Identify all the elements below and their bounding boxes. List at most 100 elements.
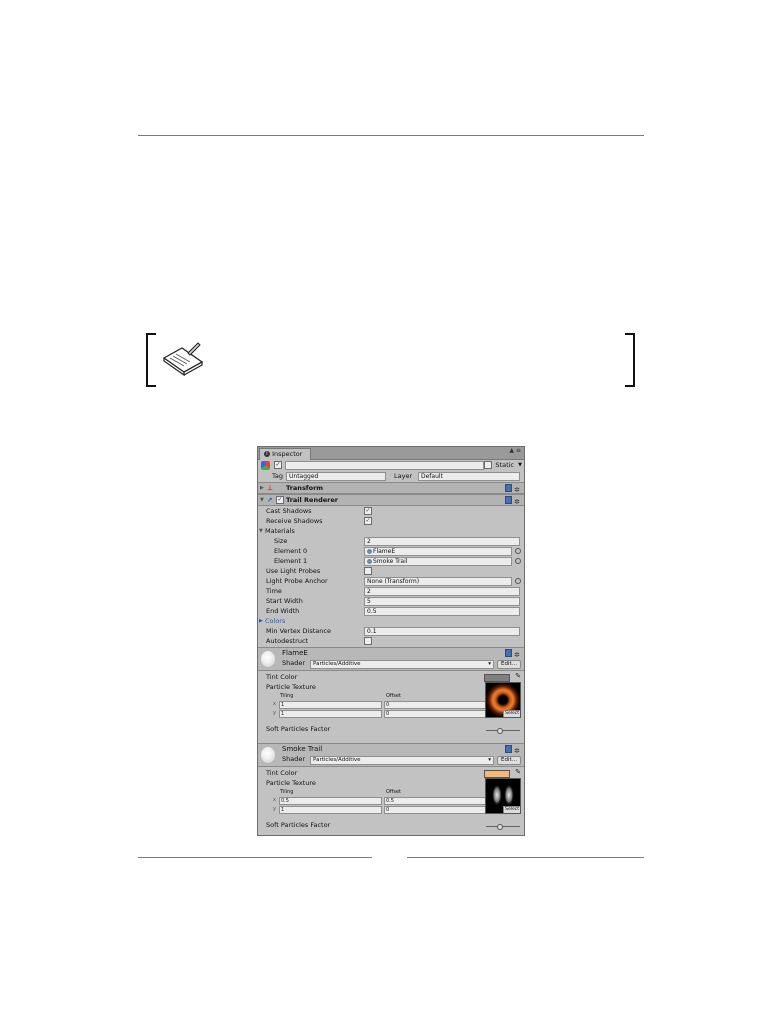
active-checkbox[interactable]: ✓	[274, 461, 282, 469]
tiling-x-field[interactable]: 0.5	[279, 797, 382, 805]
end-width-field[interactable]: 0.5	[364, 607, 520, 616]
shader-dropdown[interactable]: Particles/Additive ▾	[310, 660, 494, 669]
bottom-rule-right	[407, 857, 644, 858]
note-bracket-right	[625, 333, 635, 387]
offset-x-field[interactable]: 0	[384, 701, 487, 709]
note-icon	[160, 340, 206, 380]
soft-particles-slider[interactable]	[486, 728, 520, 734]
element0-value: FlameE	[373, 548, 396, 555]
soft-particles-label: Soft Particles Factor	[266, 821, 331, 829]
receive-shadows-checkbox[interactable]: ✓	[364, 517, 372, 525]
element1-field[interactable]: Smoke Trail	[364, 557, 512, 566]
static-checkbox[interactable]	[484, 461, 492, 469]
soft-particles-slider[interactable]	[486, 824, 520, 830]
material-name: Smoke Trail	[282, 745, 323, 753]
eyedropper-icon[interactable]: ✎	[515, 768, 521, 776]
window-controls[interactable]: ▲ ≡	[509, 447, 521, 454]
offset-y-field[interactable]: 0	[384, 710, 487, 718]
gear-icon[interactable]: ✲	[514, 487, 521, 494]
texture-select-button[interactable]: Select	[503, 710, 520, 717]
shader-label: Shader	[282, 659, 306, 667]
texture-thumbnail[interactable]: Select	[485, 682, 521, 718]
help-icon[interactable]	[505, 496, 512, 504]
colors-row[interactable]: ▶ Colors	[258, 616, 524, 626]
shader-dropdown[interactable]: Particles/Additive ▾	[310, 756, 494, 765]
inspector-panel: i Inspector ▲ ≡ ✓ Static ▼ Tag Untagged …	[257, 446, 525, 836]
start-width-field[interactable]: 5	[364, 597, 520, 606]
material-flamee: FlameE Shader Particles/Additive ▾ Edit..…	[258, 647, 524, 743]
transform-icon: ⊥	[267, 484, 273, 492]
slider-thumb[interactable]	[497, 728, 503, 734]
chevron-down-icon: ▾	[488, 661, 491, 667]
min-vertex-field[interactable]: 0.1	[364, 627, 520, 636]
help-icon[interactable]	[505, 745, 512, 753]
y-axis-label: y	[273, 806, 276, 812]
light-probe-anchor-field[interactable]: None (Transform)	[364, 577, 512, 586]
soft-particles-label: Soft Particles Factor	[266, 725, 331, 733]
material-name: FlameE	[282, 649, 308, 657]
fold-right-icon[interactable]: ▶	[260, 483, 264, 493]
time-row: Time 2	[258, 586, 524, 596]
slider-thumb[interactable]	[497, 824, 503, 830]
shader-value: Particles/Additive	[313, 661, 361, 667]
gear-icon[interactable]: ✲	[514, 652, 521, 659]
object-name-field[interactable]	[285, 461, 484, 470]
tint-color-swatch[interactable]	[484, 770, 510, 778]
edit-shader-button[interactable]: Edit...	[497, 660, 521, 669]
edit-shader-button[interactable]: Edit...	[497, 756, 521, 765]
material-preview-icon	[261, 747, 275, 763]
tab-inspector[interactable]: i Inspector	[259, 448, 312, 460]
cast-shadows-label: Cast Shadows	[266, 507, 312, 515]
tiling-y-field[interactable]: 1	[279, 806, 382, 814]
static-dropdown-icon[interactable]: ▼	[518, 460, 522, 470]
size-field[interactable]: 2	[364, 537, 520, 546]
help-icon[interactable]	[505, 484, 512, 492]
time-label: Time	[266, 587, 282, 595]
tint-color-swatch[interactable]	[484, 674, 510, 682]
trail-renderer-header[interactable]: ▼ ↗ ✓ Trail Renderer ✲	[258, 494, 524, 506]
receive-shadows-label: Receive Shadows	[266, 517, 323, 525]
gameobject-icon	[261, 461, 270, 470]
use-light-probes-row: Use Light Probes	[258, 566, 524, 576]
transform-header[interactable]: ▶ ⊥ Transform ✲	[258, 482, 524, 494]
layer-dropdown[interactable]: Default	[418, 472, 520, 481]
autodestruct-checkbox[interactable]	[364, 637, 372, 645]
material-body: Tint Color ✎ Particle Texture Tiling Off…	[258, 671, 524, 743]
fold-down-icon[interactable]: ▼	[260, 495, 264, 505]
tiling-x-field[interactable]: 1	[279, 701, 382, 709]
trail-enabled-checkbox[interactable]: ✓	[276, 496, 284, 504]
tiling-label: Tiling	[280, 789, 294, 795]
tab-label: Inspector	[272, 450, 303, 458]
object-picker-icon[interactable]	[515, 548, 521, 554]
gear-icon[interactable]: ✲	[514, 499, 521, 506]
materials-row[interactable]: ▼ Materials	[258, 526, 524, 536]
end-width-label: End Width	[266, 607, 300, 615]
texture-select-button[interactable]: Select	[503, 806, 520, 813]
offset-x-field[interactable]: 0.5	[384, 797, 487, 805]
tiling-y-field[interactable]: 1	[279, 710, 382, 718]
gear-icon[interactable]: ✲	[514, 748, 521, 755]
help-icon[interactable]	[505, 649, 512, 657]
size-label: Size	[274, 537, 288, 545]
texture-thumbnail[interactable]: Select	[485, 778, 521, 814]
element1-value: Smoke Trail	[373, 558, 408, 565]
offset-y-field[interactable]: 0	[384, 806, 487, 814]
cast-shadows-checkbox[interactable]: ✓	[364, 507, 372, 515]
fold-down-icon[interactable]: ▼	[259, 526, 263, 536]
offset-label: Offset	[386, 789, 402, 795]
lock-icon[interactable]: ▲	[509, 447, 514, 454]
element0-field[interactable]: FlameE	[364, 547, 512, 556]
transform-title: Transform	[286, 484, 324, 492]
menu-icon[interactable]: ≡	[516, 447, 521, 454]
material-icon	[367, 559, 372, 564]
eyedropper-icon[interactable]: ✎	[515, 672, 521, 680]
use-light-probes-checkbox[interactable]	[364, 567, 372, 575]
trail-icon: ↗	[267, 496, 273, 504]
fold-right-icon[interactable]: ▶	[259, 616, 263, 626]
tag-dropdown[interactable]: Untagged	[286, 472, 386, 481]
particle-texture-label: Particle Texture	[266, 683, 316, 691]
object-picker-icon[interactable]	[515, 578, 521, 584]
time-field[interactable]: 2	[364, 587, 520, 596]
tag-layer-row: Tag Untagged Layer Default	[258, 471, 524, 481]
object-picker-icon[interactable]	[515, 558, 521, 564]
